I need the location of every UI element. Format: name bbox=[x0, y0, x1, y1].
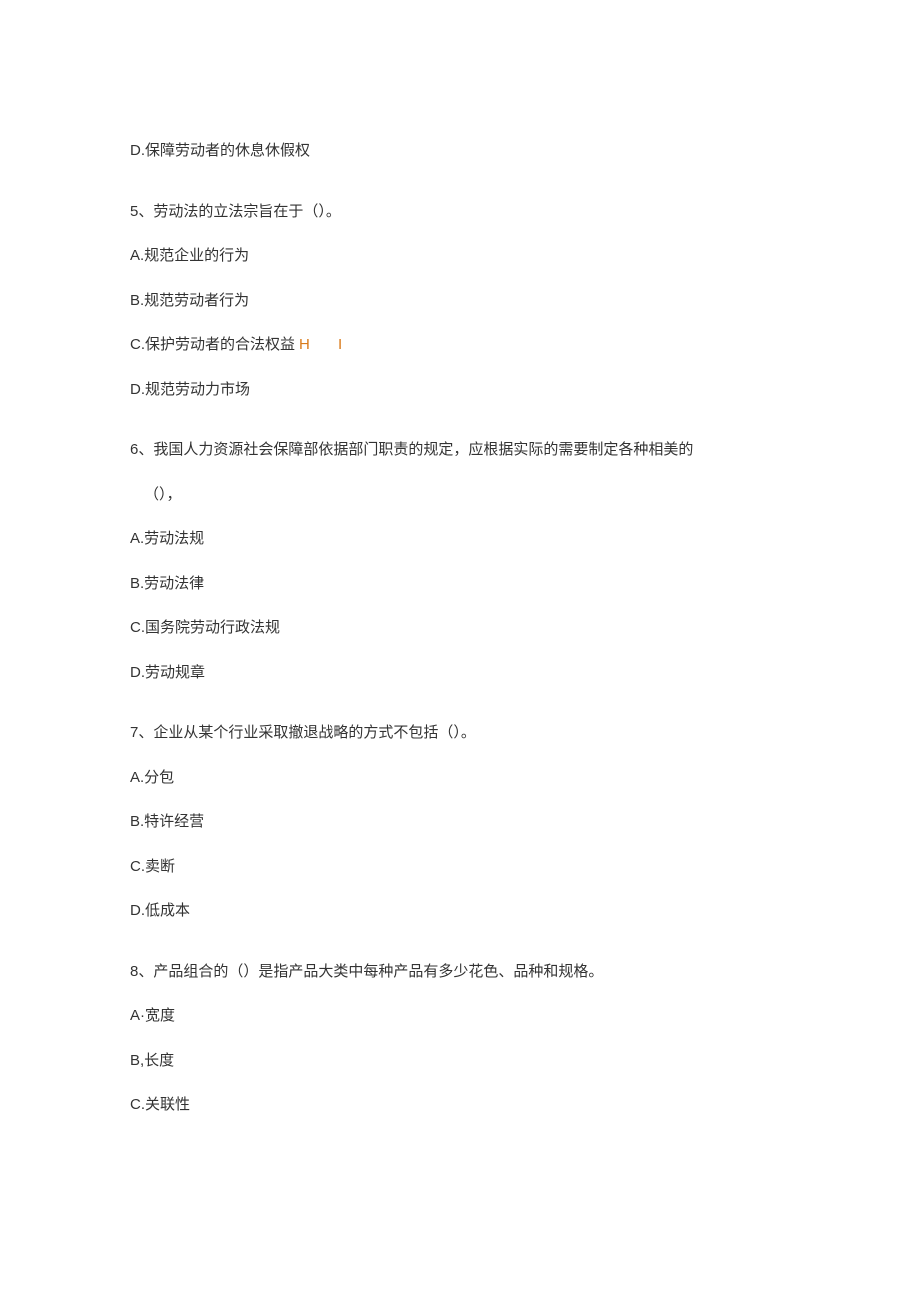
q7-option-a: A.分包 bbox=[130, 767, 790, 790]
q6-stem-line1: 6、我国人力资源社会保障部依据部门职责的规定，应根据实际的需要制定各种相美的 bbox=[130, 439, 790, 462]
q7-option-b: B.特许经营 bbox=[130, 811, 790, 834]
q7-option-d: D.低成本 bbox=[130, 900, 790, 923]
q5-option-d: D.规范劳动力市场 bbox=[130, 379, 790, 402]
q6-option-c: C.国务院劳动行政法规 bbox=[130, 617, 790, 640]
q8-stem: 8、产品组合的（）是指产品大类中每种产品有多少花色、品种和规格。 bbox=[130, 961, 790, 984]
q5-option-c-text: C.保护劳动者的合法权益 bbox=[130, 336, 295, 353]
q5-option-a: A.规范企业的行为 bbox=[130, 245, 790, 268]
q5-stem: 5、劳动法的立法宗旨在于（）。 bbox=[130, 201, 790, 224]
q8-option-c: C.关联性 bbox=[130, 1094, 790, 1117]
q7-option-c: C.卖断 bbox=[130, 856, 790, 879]
q7-stem: 7、企业从某个行业采取撤退战略的方式不包括（）。 bbox=[130, 722, 790, 745]
q5-option-b: B.规范劳动者行为 bbox=[130, 290, 790, 313]
q5-option-c-marks: H I bbox=[299, 336, 354, 353]
q6-option-d: D.劳动规章 bbox=[130, 662, 790, 685]
q8-option-a: A·宽度 bbox=[130, 1005, 790, 1028]
q6-stem-line2: （）， bbox=[130, 484, 790, 507]
q8-option-b: B,长度 bbox=[130, 1050, 790, 1073]
q5-option-c: C.保护劳动者的合法权益H I bbox=[130, 334, 790, 357]
q6-option-b: B.劳动法律 bbox=[130, 573, 790, 596]
q4-option-d: D.保障劳动者的休息休假权 bbox=[130, 140, 790, 163]
q6-option-a: A.劳动法规 bbox=[130, 528, 790, 551]
